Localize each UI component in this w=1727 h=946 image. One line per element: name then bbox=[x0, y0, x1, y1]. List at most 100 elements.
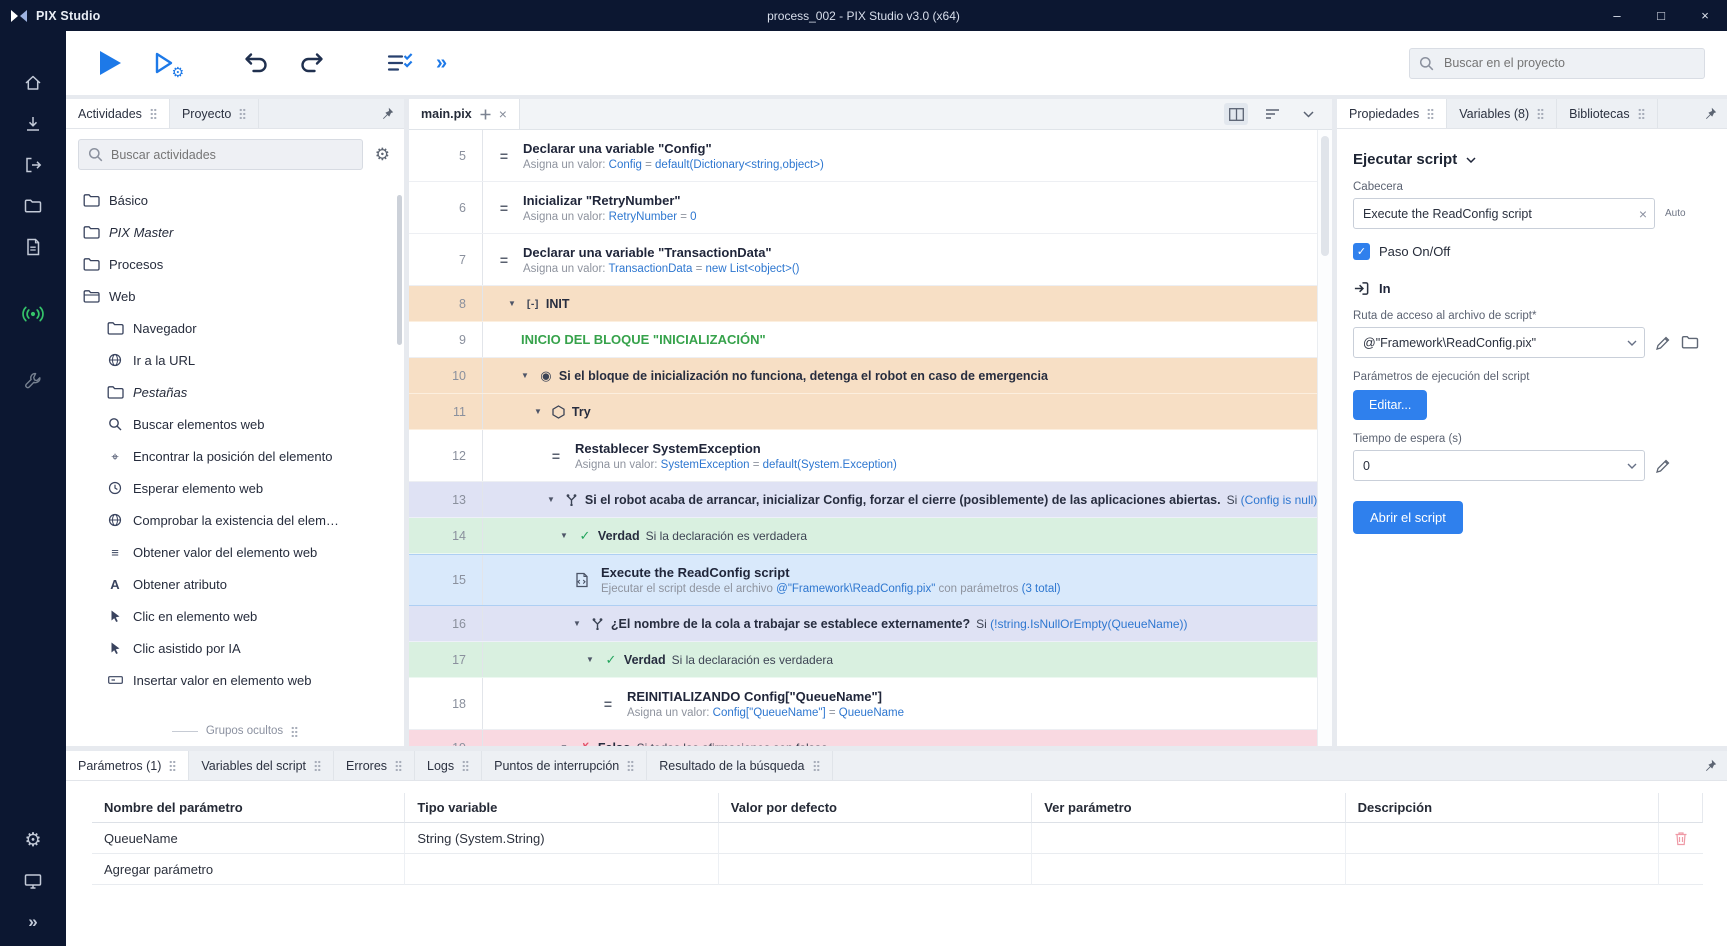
tree-item-11[interactable]: ≡Obtener valor del elemento web bbox=[66, 536, 404, 568]
expand-rail-icon[interactable]: » bbox=[21, 910, 45, 934]
workflow-row-14[interactable]: 14▼✓Verdad Si la declaración es verdader… bbox=[409, 518, 1317, 554]
properties-tab-0[interactable]: Propiedades bbox=[1337, 99, 1447, 128]
table-cell[interactable]: String (System.String) bbox=[405, 823, 718, 854]
chevron-down-icon[interactable] bbox=[1627, 463, 1637, 469]
workflow-row-6[interactable]: 6=Inicializar "RetryNumber"Asigna un val… bbox=[409, 182, 1317, 234]
tools-icon[interactable] bbox=[21, 369, 45, 393]
close-tab-icon[interactable]: × bbox=[499, 106, 507, 122]
tree-item-5[interactable]: Ir a la URL bbox=[66, 344, 404, 376]
table-cell[interactable]: Agregar parámetro bbox=[92, 854, 405, 885]
task-list-icon[interactable] bbox=[387, 52, 414, 75]
drag-handle-icon[interactable] bbox=[150, 108, 157, 119]
workflow-row-7[interactable]: 7=Declarar una variable "TransactionData… bbox=[409, 234, 1317, 286]
table-cell[interactable] bbox=[719, 854, 1032, 885]
delete-parameter-button[interactable] bbox=[1659, 823, 1703, 854]
collapse-caret-icon[interactable]: ▼ bbox=[573, 619, 581, 628]
clear-icon[interactable]: × bbox=[1639, 207, 1647, 221]
redo-button[interactable] bbox=[298, 52, 325, 75]
tree-item-2[interactable]: Procesos bbox=[66, 248, 404, 280]
tree-item-0[interactable]: Básico bbox=[66, 184, 404, 216]
bottom-tab-2[interactable]: Errores bbox=[334, 751, 415, 780]
tab-main-pix[interactable]: main.pix × bbox=[409, 99, 520, 129]
step-onoff-checkbox[interactable]: ✓ Paso On/Off bbox=[1353, 243, 1711, 260]
activities-settings-gear-icon[interactable]: ⚙ bbox=[375, 146, 390, 163]
minimize-button[interactable]: – bbox=[1595, 0, 1639, 31]
table-cell[interactable] bbox=[1346, 823, 1659, 854]
tree-item-9[interactable]: Esperar elemento web bbox=[66, 472, 404, 504]
maximize-button[interactable]: □ bbox=[1639, 0, 1683, 31]
drag-handle-icon[interactable] bbox=[813, 760, 820, 771]
properties-tab-2[interactable]: Bibliotecas bbox=[1557, 99, 1657, 128]
toolbar-more-icon[interactable]: » bbox=[436, 52, 447, 75]
workflow-row-12[interactable]: 12=Restablecer SystemExceptionAsigna un … bbox=[409, 430, 1317, 482]
workflow-row-9[interactable]: 9INICIO DEL BLOQUE "INICIALIZACIÓN" bbox=[409, 322, 1317, 358]
pin-icon[interactable] bbox=[371, 99, 404, 128]
edit-pencil-icon[interactable] bbox=[1655, 458, 1671, 474]
pin-icon[interactable] bbox=[1694, 751, 1727, 780]
drag-handle-icon[interactable] bbox=[627, 760, 634, 771]
tree-item-3[interactable]: Web bbox=[66, 280, 404, 312]
drag-handle-icon[interactable] bbox=[1537, 108, 1544, 119]
workflow-row-18[interactable]: 18=REINITIALIZANDO Config["QueueName"]As… bbox=[409, 678, 1317, 730]
tree-item-13[interactable]: Clic en elemento web bbox=[66, 600, 404, 632]
timeout-input[interactable] bbox=[1353, 450, 1645, 481]
tree-item-6[interactable]: Pestañas bbox=[66, 376, 404, 408]
table-cell[interactable] bbox=[1032, 854, 1345, 885]
open-project-folder-icon[interactable] bbox=[21, 194, 45, 218]
activities-tab-1[interactable]: Proyecto bbox=[170, 99, 259, 128]
collapse-caret-icon[interactable]: ▼ bbox=[560, 743, 568, 746]
bottom-tab-0[interactable]: Parámetros (1) bbox=[66, 751, 189, 780]
workflow-row-19[interactable]: 19▼✗Falso Si todas las afirmaciones son … bbox=[409, 730, 1317, 746]
home-icon[interactable] bbox=[21, 71, 45, 95]
drag-handle-icon[interactable] bbox=[462, 760, 469, 771]
browse-folder-icon[interactable] bbox=[1681, 335, 1699, 350]
edit-params-button[interactable]: Editar... bbox=[1353, 390, 1427, 420]
table-cell[interactable] bbox=[719, 823, 1032, 854]
collapse-caret-icon[interactable]: ▼ bbox=[586, 655, 594, 664]
drag-handle-icon[interactable] bbox=[1638, 108, 1645, 119]
collapse-caret-icon[interactable]: ▼ bbox=[508, 299, 516, 308]
open-script-button[interactable]: Abrir el script bbox=[1353, 501, 1463, 534]
activities-tab-0[interactable]: Actividades bbox=[66, 99, 170, 128]
table-cell[interactable] bbox=[1346, 854, 1659, 885]
close-button[interactable]: × bbox=[1683, 0, 1727, 31]
hidden-groups-toggle[interactable]: Grupos ocultos bbox=[66, 716, 404, 746]
tree-item-7[interactable]: Buscar elementos web bbox=[66, 408, 404, 440]
drag-handle-icon[interactable] bbox=[314, 760, 321, 771]
collapse-caret-icon[interactable]: ▼ bbox=[534, 407, 542, 416]
bottom-tab-4[interactable]: Puntos de interrupción bbox=[482, 751, 647, 780]
tree-item-14[interactable]: Clic asistido por IA bbox=[66, 632, 404, 664]
move-tab-icon[interactable] bbox=[480, 109, 491, 120]
activities-scrollbar[interactable] bbox=[397, 195, 402, 345]
editor-scrollbar[interactable] bbox=[1317, 130, 1332, 746]
auto-label[interactable]: Auto bbox=[1665, 208, 1686, 219]
tree-item-8[interactable]: ⌖Encontrar la posición del elemento bbox=[66, 440, 404, 472]
export-icon[interactable] bbox=[21, 153, 45, 177]
workflow-row-5[interactable]: 5=Declarar una variable "Config"Asigna u… bbox=[409, 130, 1317, 182]
workflow-row-11[interactable]: 11▼Try bbox=[409, 394, 1317, 430]
console-icon[interactable] bbox=[21, 869, 45, 893]
collapse-caret-icon[interactable]: ▼ bbox=[560, 531, 568, 540]
workflow-row-10[interactable]: 10▼◉Si el bloque de inicialización no fu… bbox=[409, 358, 1317, 394]
collapse-caret-icon[interactable]: ▼ bbox=[521, 371, 529, 380]
drag-handle-icon[interactable] bbox=[395, 760, 402, 771]
tree-item-12[interactable]: AObtener atributo bbox=[66, 568, 404, 600]
bottom-tab-3[interactable]: Logs bbox=[415, 751, 482, 780]
tree-item-4[interactable]: Navegador bbox=[66, 312, 404, 344]
workflow-row-8[interactable]: 8▼[-]INIT bbox=[409, 286, 1317, 322]
workflow-row-17[interactable]: 17▼✓Verdad Si la declaración es verdader… bbox=[409, 642, 1317, 678]
drag-handle-icon[interactable] bbox=[239, 108, 246, 119]
workflow-row-13[interactable]: 13▼Si el robot acaba de arrancar, inicia… bbox=[409, 482, 1317, 518]
drag-handle-icon[interactable] bbox=[1427, 108, 1434, 119]
tree-item-1[interactable]: PIX Master bbox=[66, 216, 404, 248]
view-columns-icon[interactable] bbox=[1224, 103, 1248, 125]
workflow-row-16[interactable]: 16▼¿El nombre de la cola a trabajar se e… bbox=[409, 606, 1317, 642]
download-icon[interactable] bbox=[21, 112, 45, 136]
chevron-down-icon[interactable] bbox=[1627, 340, 1637, 346]
bottom-tab-1[interactable]: Variables del script bbox=[189, 751, 334, 780]
run-button[interactable] bbox=[100, 51, 121, 75]
project-search-input[interactable] bbox=[1409, 48, 1705, 79]
in-section[interactable]: In bbox=[1353, 280, 1711, 297]
header-input[interactable] bbox=[1353, 198, 1655, 229]
script-path-input[interactable] bbox=[1353, 327, 1645, 358]
